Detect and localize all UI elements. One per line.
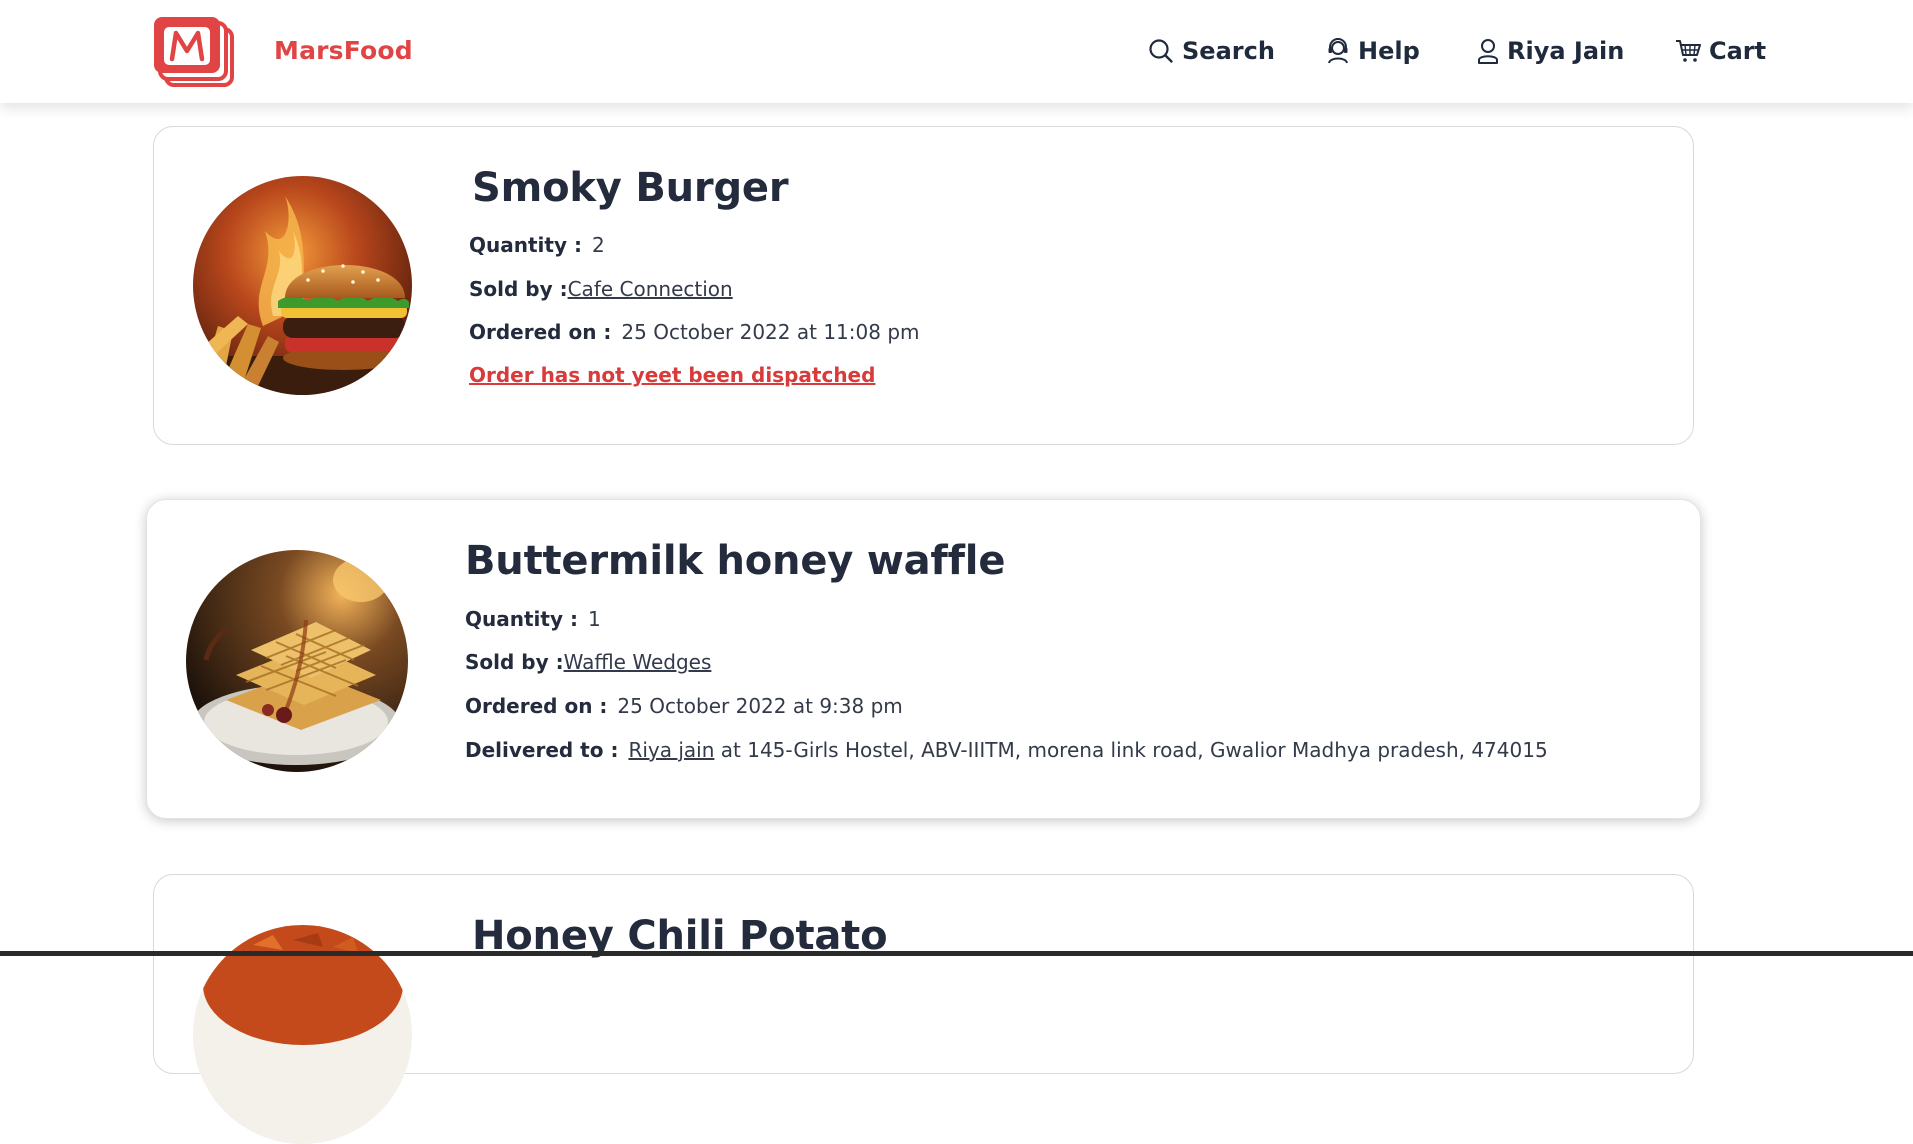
quantity-row: Quantity : 1 xyxy=(465,607,601,631)
nav-help-label: Help xyxy=(1358,37,1420,65)
nav-user-label: Riya Jain xyxy=(1507,37,1625,65)
help-support-icon xyxy=(1328,38,1348,64)
quantity-value: 2 xyxy=(591,233,605,257)
top-navbar: MarsFood Search Help Riya Jain Cart xyxy=(0,0,1913,103)
order-item-title[interactable]: Smoky Burger xyxy=(472,165,789,211)
sold-by-row: Sold by :Waffle Wedges xyxy=(465,650,711,674)
quantity-value: 1 xyxy=(587,607,601,631)
search-icon xyxy=(1149,39,1173,63)
quantity-label: Quantity : xyxy=(469,233,582,257)
quantity-row: Quantity : 2 xyxy=(469,233,605,257)
quantity-label: Quantity : xyxy=(465,607,578,631)
cart-icon xyxy=(1676,40,1701,62)
nav-search-label: Search xyxy=(1182,37,1275,65)
order-card[interactable]: Smoky Burger Quantity : 2 Sold by :Cafe C… xyxy=(153,126,1694,445)
sold-by-row: Sold by :Cafe Connection xyxy=(469,277,733,301)
seller-link[interactable]: Waffle Wedges xyxy=(564,650,712,674)
seller-link[interactable]: Cafe Connection xyxy=(568,277,733,301)
nav-help[interactable]: Help xyxy=(1326,30,1420,72)
order-item-title[interactable]: Buttermilk honey waffle xyxy=(465,538,1005,584)
ordered-on-label: Ordered on : xyxy=(469,320,612,344)
ordered-on-label: Ordered on : xyxy=(465,694,608,718)
nav-cart-label: Cart xyxy=(1709,37,1767,65)
ordered-on-value: 25 October 2022 at 11:08 pm xyxy=(621,320,920,344)
order-status-link[interactable]: Order has not yeet been dispatched xyxy=(469,363,875,387)
nav-search[interactable]: Search xyxy=(1148,30,1275,72)
screen-bottom-edge xyxy=(0,951,1913,956)
delivery-address: at 145-Girls Hostel, ABV-IIITM, morena l… xyxy=(720,738,1548,762)
nav-cart[interactable]: Cart xyxy=(1675,30,1766,72)
recipient-link[interactable]: Riya jain xyxy=(628,738,714,762)
sold-by-label: Sold by : xyxy=(469,277,568,301)
brand-name[interactable]: MarsFood xyxy=(274,36,413,65)
nav-user[interactable]: Riya Jain xyxy=(1477,30,1624,72)
user-icon xyxy=(1478,39,1498,64)
delivered-to-label: Delivered to : xyxy=(465,738,619,762)
order-card[interactable]: Buttermilk honey waffle Quantity : 1 Sold… xyxy=(146,499,1701,819)
ordered-on-value: 25 October 2022 at 9:38 pm xyxy=(617,694,903,718)
food-image-waffle xyxy=(186,550,408,772)
ordered-on-row: Ordered on : 25 October 2022 at 9:38 pm xyxy=(465,694,903,718)
food-image-burger xyxy=(193,176,412,395)
marsfood-logo[interactable] xyxy=(154,17,234,87)
order-card[interactable]: Honey Chili Potato xyxy=(153,874,1694,1144)
food-image-chili-potato xyxy=(193,925,412,1144)
delivered-to-row: Delivered to : Riya jain at 145-Girls Hos… xyxy=(465,738,1548,762)
ordered-on-row: Ordered on : 25 October 2022 at 11:08 pm xyxy=(469,320,920,344)
sold-by-label: Sold by : xyxy=(465,650,564,674)
